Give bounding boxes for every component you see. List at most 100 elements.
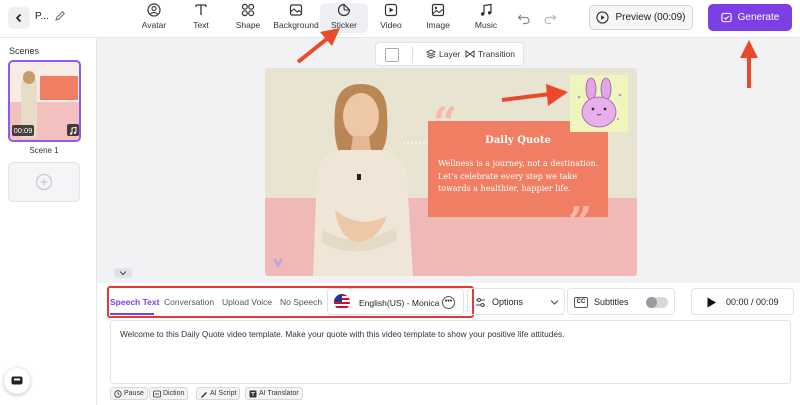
video-canvas[interactable]: “ Daily Quote Wellness is a journey, not… — [265, 68, 637, 276]
sliders-icon — [476, 298, 485, 307]
annotation-arrow-sticker — [296, 28, 340, 64]
playback-time: 00:00 / 00:09 — [726, 297, 779, 307]
subtitles-control: CC Subtitles — [567, 288, 675, 315]
tool-avatar[interactable]: Avatar — [130, 3, 178, 33]
translate-icon — [249, 390, 257, 397]
active-tab-underline — [110, 313, 154, 315]
select-checkbox[interactable] — [385, 48, 399, 62]
chevron-down-icon — [119, 271, 127, 276]
speech-panel: Speech Text Conversation Upload Voice No… — [97, 283, 800, 405]
voice-label: English(US) - Monica — [359, 298, 440, 308]
canvas-workspace: Layer Transition “ Daily Quote Wellness … — [97, 38, 800, 283]
shape-icon — [241, 3, 255, 17]
tool-shape[interactable]: Shape — [224, 3, 272, 33]
preview-label: Preview (00:09) — [615, 12, 686, 23]
more-options-icon[interactable]: ••• — [442, 296, 455, 309]
sticker-icon — [337, 3, 351, 17]
quote-text: Wellness is a journey, not a destination… — [438, 159, 599, 193]
pause-chip[interactable]: Pause — [110, 387, 148, 400]
avatar-icon — [147, 3, 161, 17]
generate-icon — [721, 12, 732, 23]
play-icon[interactable] — [706, 297, 717, 308]
annotation-arrow-generate — [740, 40, 758, 88]
speech-script-textarea[interactable]: Welcome to this Daily Quote video templa… — [110, 320, 791, 384]
options-label: Options — [492, 297, 524, 307]
video-icon — [384, 3, 398, 17]
chevron-down-icon — [550, 300, 559, 305]
generate-label: Generate — [737, 12, 780, 23]
text-icon — [195, 4, 207, 15]
play-circle-icon — [596, 11, 610, 24]
scenes-title: Scenes — [9, 46, 40, 56]
tool-text[interactable]: Text — [177, 3, 225, 33]
ai-script-chip[interactable]: AI Script — [196, 387, 241, 400]
collapse-panel-button[interactable] — [114, 268, 132, 278]
tab-upload-voice[interactable]: Upload Voice — [222, 297, 272, 307]
divider — [412, 46, 413, 63]
transition-label: Transition — [478, 49, 516, 59]
options-dropdown[interactable]: Options — [467, 288, 565, 315]
layer-label: Layer — [439, 49, 461, 59]
tool-label: Text — [193, 20, 209, 30]
project-title[interactable]: P... — [35, 11, 49, 22]
scene-thumbnail[interactable]: 00:09 — [8, 60, 81, 142]
music-icon — [480, 3, 492, 16]
layer-button[interactable]: Layer — [426, 49, 460, 59]
image-icon — [431, 3, 445, 17]
ai-script-label: AI Script — [210, 390, 237, 397]
transition-icon — [465, 50, 475, 58]
tab-conversation[interactable]: Conversation — [164, 297, 214, 307]
subtitles-toggle[interactable] — [646, 297, 668, 308]
preview-button[interactable]: Preview (00:09) — [589, 5, 693, 30]
scene-duration: 00:09 — [12, 125, 34, 136]
clock-icon — [114, 389, 122, 398]
background-icon — [289, 4, 303, 16]
brand-watermark-icon — [273, 259, 283, 268]
ai-translator-chip[interactable]: AI Translator — [245, 387, 303, 400]
scene-music-badge — [67, 124, 79, 136]
layers-icon — [426, 49, 436, 59]
quote-title: Daily Quote — [485, 135, 551, 146]
pencil-icon[interactable] — [53, 9, 67, 23]
tab-no-speech[interactable]: No Speech — [280, 297, 322, 307]
bunny-sticker[interactable] — [570, 75, 628, 132]
scenes-panel: Scenes 00:09 Scene 1 — [0, 38, 97, 405]
tool-label: Image — [426, 20, 450, 30]
chat-icon — [11, 376, 23, 385]
add-scene-button[interactable] — [8, 162, 80, 202]
pause-label: Pause — [124, 390, 144, 397]
thumb-quote-box — [40, 76, 78, 100]
ai-translator-label: AI Translator — [259, 390, 299, 397]
ai-script-icon — [201, 391, 207, 398]
voice-selector[interactable]: English(US) - Monica ••• — [327, 288, 464, 315]
tool-image[interactable]: Image — [414, 3, 462, 33]
bunny-icon — [577, 77, 622, 128]
thumb-avatar-head — [23, 71, 35, 84]
tool-label: Music — [474, 20, 498, 30]
annotation-arrow-bunny — [501, 84, 568, 106]
chevron-left-icon — [15, 13, 22, 23]
tool-label: Shape — [235, 20, 261, 30]
diction-chip[interactable]: Diction — [149, 387, 189, 400]
redo-icon[interactable] — [543, 11, 557, 25]
avatar-presenter[interactable] — [295, 80, 425, 276]
toggle-knob — [646, 297, 657, 308]
us-flag-icon — [334, 294, 350, 310]
diction-label: Diction — [163, 390, 185, 397]
help-chat-button[interactable] — [4, 368, 30, 394]
tool-label: Video — [380, 20, 402, 30]
close-quote-mark: ” — [568, 198, 593, 247]
plus-circle-icon — [35, 173, 53, 191]
tab-speech-text[interactable]: Speech Text — [110, 297, 159, 307]
tool-video[interactable]: Video — [367, 3, 415, 33]
transition-button[interactable]: Transition — [465, 49, 515, 59]
playback-control: 00:00 / 00:09 — [691, 288, 794, 315]
tool-music[interactable]: Music — [462, 3, 510, 33]
generate-button[interactable]: Generate — [708, 4, 792, 31]
undo-icon[interactable] — [517, 11, 531, 25]
diction-icon — [153, 390, 161, 397]
back-button[interactable] — [8, 7, 30, 29]
cc-icon: CC — [574, 297, 588, 308]
speech-tabs-highlight: Speech Text Conversation Upload Voice No… — [107, 286, 474, 318]
tool-label: Avatar — [141, 20, 167, 30]
